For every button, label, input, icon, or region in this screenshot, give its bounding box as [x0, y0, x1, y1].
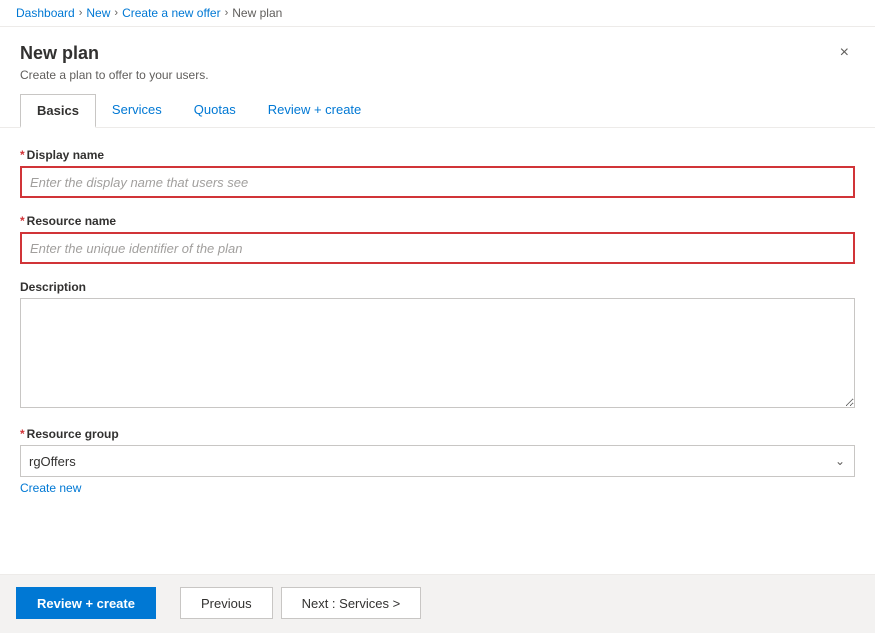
display-name-required-star: *	[20, 148, 25, 162]
panel-title: New plan	[20, 43, 99, 64]
breadcrumb-new[interactable]: New	[86, 6, 110, 20]
panel-subtitle: Create a plan to offer to your users.	[20, 68, 855, 82]
display-name-label: *Display name	[20, 148, 855, 162]
create-new-link[interactable]: Create new	[20, 481, 81, 495]
breadcrumb-dashboard[interactable]: Dashboard	[16, 6, 75, 20]
resource-name-label: *Resource name	[20, 214, 855, 228]
breadcrumb-create-offer[interactable]: Create a new offer	[122, 6, 221, 20]
resource-group-field-group: *Resource group rgOffers ⌄ Create new	[20, 427, 855, 495]
resource-name-input[interactable]	[20, 232, 855, 264]
tab-review-create[interactable]: Review + create	[252, 94, 378, 127]
description-label: Description	[20, 280, 855, 294]
review-create-button[interactable]: Review + create	[16, 587, 156, 619]
resource-group-required-star: *	[20, 427, 25, 441]
display-name-field-group: *Display name	[20, 148, 855, 198]
tab-basics[interactable]: Basics	[20, 94, 96, 128]
tab-services[interactable]: Services	[96, 94, 178, 127]
description-field-group: Description	[20, 280, 855, 411]
display-name-input[interactable]	[20, 166, 855, 198]
panel-header: New plan × Create a plan to offer to you…	[0, 27, 875, 128]
breadcrumb: Dashboard › New › Create a new offer › N…	[0, 0, 875, 27]
close-button[interactable]: ×	[834, 43, 855, 63]
resource-name-field-group: *Resource name	[20, 214, 855, 264]
previous-button[interactable]: Previous	[180, 587, 273, 619]
description-textarea[interactable]	[20, 298, 855, 408]
panel-body: *Display name *Resource name Description…	[0, 128, 875, 574]
breadcrumb-current: New plan	[232, 6, 282, 20]
panel-footer: Review + create Previous Next : Services…	[0, 574, 875, 631]
breadcrumb-sep-3: ›	[225, 7, 229, 19]
tabs: Basics Services Quotas Review + create	[20, 94, 855, 127]
next-services-button[interactable]: Next : Services >	[281, 587, 422, 619]
resource-group-select[interactable]: rgOffers	[20, 445, 855, 477]
new-plan-panel: New plan × Create a plan to offer to you…	[0, 27, 875, 631]
breadcrumb-sep-1: ›	[79, 7, 83, 19]
resource-group-select-wrapper: rgOffers ⌄	[20, 445, 855, 477]
resource-name-required-star: *	[20, 214, 25, 228]
resource-group-label: *Resource group	[20, 427, 855, 441]
tab-quotas[interactable]: Quotas	[178, 94, 252, 127]
breadcrumb-sep-2: ›	[114, 7, 118, 19]
